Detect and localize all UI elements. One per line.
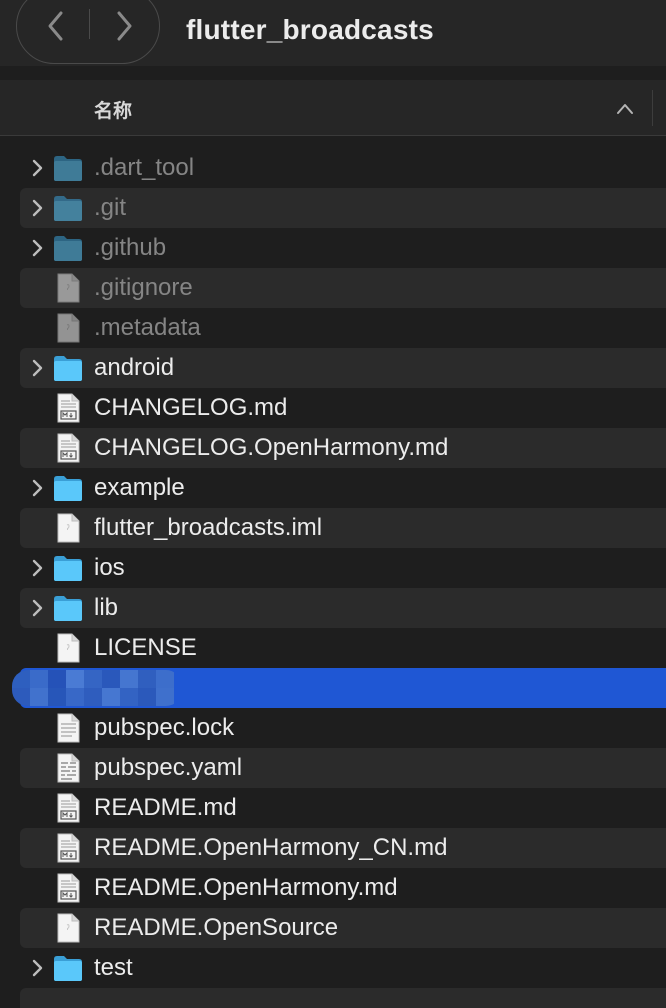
disclosure-triangle-icon[interactable] — [30, 958, 46, 978]
file-row[interactable]: .dart_tool — [0, 148, 666, 188]
disclosure-triangle-icon[interactable] — [30, 238, 46, 258]
folder-icon — [54, 156, 82, 181]
list-row-partial — [20, 988, 666, 1008]
yaml-file-icon — [57, 753, 80, 783]
column-separator[interactable] — [652, 90, 653, 126]
disclosure-triangle-icon[interactable] — [30, 558, 46, 578]
folder-icon — [54, 476, 82, 501]
file-name: pubspec.lock — [94, 714, 235, 741]
file-row[interactable]: example — [0, 468, 666, 508]
file-name: README.md — [94, 794, 237, 821]
document-icon — [57, 273, 80, 303]
file-name: .gitignore — [94, 274, 193, 301]
forward-button[interactable] — [89, 1, 159, 51]
toolbar: flutter_broadcasts — [0, 0, 666, 66]
document-icon — [57, 913, 80, 943]
file-list: .dart_tool .git .github .gitignore .metadata… — [0, 148, 666, 988]
file-name: CHANGELOG.md — [94, 394, 288, 421]
disclosure-triangle-icon[interactable] — [30, 478, 46, 498]
file-row[interactable]: .git — [0, 188, 666, 228]
markdown-file-icon — [57, 873, 80, 903]
file-row[interactable]: README.OpenHarmony_CN.md — [0, 828, 666, 868]
file-name: .github — [94, 234, 167, 261]
text-file-icon — [57, 713, 80, 743]
chevron-up-icon[interactable] — [614, 98, 636, 120]
file-row[interactable]: .gitignore — [0, 268, 666, 308]
file-row-selected[interactable] — [0, 668, 666, 708]
folder-icon — [54, 556, 82, 581]
file-row[interactable]: pubspec.lock — [0, 708, 666, 748]
document-icon — [57, 633, 80, 663]
file-row[interactable]: test — [0, 948, 666, 988]
file-row[interactable]: .github — [0, 228, 666, 268]
back-button[interactable] — [21, 1, 91, 51]
file-name: android — [94, 354, 175, 381]
file-name: test — [94, 954, 133, 981]
markdown-file-icon — [57, 833, 80, 863]
file-name: .dart_tool — [94, 154, 195, 181]
chevron-right-icon — [117, 11, 132, 41]
column-header-bar: 名称 — [0, 80, 666, 136]
finder-window: flutter_broadcasts 名称 .dart_tool .git .git… — [0, 0, 666, 1008]
file-name: ios — [94, 554, 125, 581]
markdown-file-icon — [57, 793, 80, 823]
folder-icon — [54, 956, 82, 981]
file-name: README.OpenHarmony.md — [94, 874, 398, 901]
file-name: pubspec.yaml — [94, 754, 243, 781]
markdown-file-icon — [57, 433, 80, 463]
file-row[interactable]: lib — [0, 588, 666, 628]
document-icon — [57, 513, 80, 543]
document-icon — [57, 313, 80, 343]
file-name: README.OpenHarmony_CN.md — [94, 834, 448, 861]
column-header-name[interactable]: 名称 — [94, 96, 132, 123]
disclosure-triangle-icon[interactable] — [30, 598, 46, 618]
folder-icon — [54, 196, 82, 221]
file-name: flutter_broadcasts.iml — [94, 514, 323, 541]
file-row[interactable]: README.OpenSource — [0, 908, 666, 948]
disclosure-triangle-icon[interactable] — [30, 358, 46, 378]
file-row[interactable]: LICENSE — [0, 628, 666, 668]
file-row[interactable]: CHANGELOG.OpenHarmony.md — [0, 428, 666, 468]
file-name: .git — [94, 194, 127, 221]
folder-icon — [54, 356, 82, 381]
file-row[interactable]: android — [0, 348, 666, 388]
file-row[interactable]: .metadata — [0, 308, 666, 348]
chevron-left-icon — [48, 11, 63, 41]
disclosure-triangle-icon[interactable] — [30, 158, 46, 178]
file-name: README.OpenSource — [94, 914, 339, 941]
redacted-filename — [12, 670, 182, 706]
file-row[interactable]: pubspec.yaml — [0, 748, 666, 788]
file-row[interactable]: README.OpenHarmony.md — [0, 868, 666, 908]
file-name: lib — [94, 594, 119, 621]
file-row[interactable]: CHANGELOG.md — [0, 388, 666, 428]
file-row[interactable]: flutter_broadcasts.iml — [0, 508, 666, 548]
disclosure-triangle-icon[interactable] — [30, 198, 46, 218]
file-row[interactable]: README.md — [0, 788, 666, 828]
folder-icon — [54, 236, 82, 261]
navigation-group — [16, 0, 160, 64]
folder-icon — [54, 596, 82, 621]
file-name: example — [94, 474, 185, 501]
window-title: flutter_broadcasts — [186, 14, 434, 45]
file-row[interactable]: ios — [0, 548, 666, 588]
markdown-file-icon — [57, 393, 80, 423]
file-name: CHANGELOG.OpenHarmony.md — [94, 434, 449, 461]
file-name: LICENSE — [94, 634, 197, 661]
file-name: .metadata — [94, 314, 201, 341]
